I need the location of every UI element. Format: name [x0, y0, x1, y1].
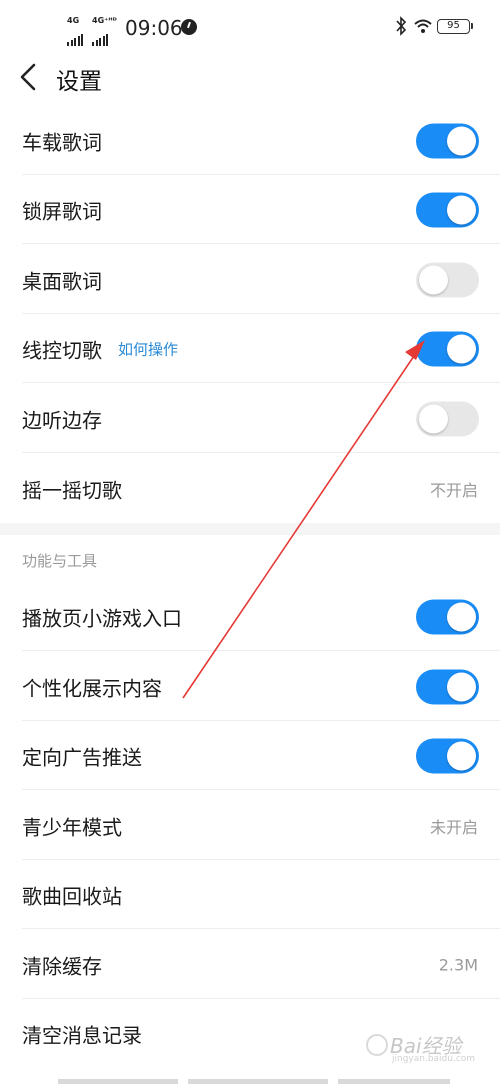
- wire-control-toggle[interactable]: [416, 331, 479, 366]
- divider: [22, 243, 500, 244]
- page-title: 设置: [56, 69, 102, 95]
- watermark-sub: jingyan.baidu.com: [392, 1054, 476, 1064]
- signal-1-icon: 4G: [67, 16, 89, 46]
- setting-label: 清空消息记录: [22, 1023, 142, 1047]
- bottom-edge: [58, 1079, 450, 1084]
- setting-row-personalized[interactable]: 个性化展示内容: [0, 652, 500, 721]
- setting-label: 摇一摇切歌: [22, 478, 122, 502]
- bottom-tab-edge: [188, 1079, 328, 1084]
- targeted-ads-toggle[interactable]: [416, 738, 479, 773]
- toggle-knob: [447, 126, 476, 155]
- paw-icon: [366, 1034, 388, 1056]
- section-title-tools: 功能与工具: [22, 552, 98, 570]
- setting-row-teen-mode[interactable]: 青少年模式 未开启: [0, 791, 500, 860]
- toggle-knob: [447, 741, 476, 770]
- listen-save-toggle[interactable]: [416, 401, 479, 436]
- shake-value: 不开启: [429, 480, 478, 500]
- toggle-knob: [447, 672, 476, 701]
- divider: [22, 452, 500, 453]
- how-to-link[interactable]: 如何操作: [118, 338, 178, 359]
- battery-level: 95: [447, 20, 460, 31]
- teen-mode-value: 未开启: [429, 817, 478, 837]
- toggle-knob: [419, 265, 448, 294]
- setting-label: 歌曲回收站: [22, 884, 122, 908]
- wifi-icon: [414, 19, 432, 33]
- setting-label: 边听边存: [22, 408, 102, 432]
- battery-icon: 95: [437, 19, 473, 34]
- setting-row-lock-lyrics[interactable]: 锁屏歌词: [0, 175, 500, 244]
- setting-row-recycle-bin[interactable]: 歌曲回收站: [0, 860, 500, 929]
- setting-row-desktop-lyrics[interactable]: 桌面歌词: [0, 245, 500, 314]
- bluetooth-icon: [396, 16, 407, 36]
- personalized-toggle[interactable]: [416, 669, 479, 704]
- setting-label: 清除缓存: [22, 954, 102, 978]
- setting-label: 线控切歌: [22, 338, 102, 362]
- setting-row-shake[interactable]: 摇一摇切歌 不开启: [0, 454, 500, 523]
- network-type-2: 4G⁺ᴴᴰ: [92, 16, 117, 25]
- signal-2-icon: 4G⁺ᴴᴰ: [92, 16, 120, 46]
- setting-label: 桌面歌词: [22, 269, 102, 293]
- setting-row-clear-cache[interactable]: 清除缓存 2.3M: [0, 930, 500, 999]
- section-gap: [0, 523, 500, 535]
- setting-row-car-lyrics[interactable]: 车载歌词: [0, 106, 500, 175]
- lock-lyrics-toggle[interactable]: [416, 192, 479, 227]
- divider: [22, 789, 500, 790]
- divider: [22, 382, 500, 383]
- car-lyrics-toggle[interactable]: [416, 123, 479, 158]
- divider: [22, 650, 500, 651]
- setting-row-targeted-ads[interactable]: 定向广告推送: [0, 721, 500, 790]
- clock-icon: [181, 19, 197, 35]
- bottom-tab-edge: [58, 1079, 178, 1084]
- toggle-knob: [447, 602, 476, 631]
- setting-label: 定向广告推送: [22, 745, 142, 769]
- header: 设置: [0, 56, 500, 100]
- status-bar: 4G 4G⁺ᴴᴰ 09:06 95: [0, 0, 500, 56]
- setting-label: 锁屏歌词: [22, 199, 102, 223]
- setting-row-wire-control[interactable]: 线控切歌 如何操作: [0, 314, 500, 383]
- watermark-logo: Bai经验 jingyan.baidu.com: [362, 1026, 480, 1066]
- network-type-1: 4G: [67, 16, 80, 25]
- mini-game-toggle[interactable]: [416, 599, 479, 634]
- toggle-knob: [419, 404, 448, 433]
- divider: [22, 928, 500, 929]
- cache-size-value: 2.3M: [438, 955, 478, 974]
- setting-label: 个性化展示内容: [22, 676, 162, 700]
- toggle-knob: [447, 195, 476, 224]
- setting-label: 青少年模式: [22, 815, 122, 839]
- desktop-lyrics-toggle[interactable]: [416, 262, 479, 297]
- setting-label: 播放页小游戏入口: [22, 606, 182, 630]
- setting-row-mini-game[interactable]: 播放页小游戏入口: [0, 582, 500, 651]
- setting-row-listen-save[interactable]: 边听边存: [0, 384, 500, 453]
- back-arrow-icon[interactable]: [18, 62, 40, 92]
- status-time: 09:06: [125, 16, 183, 40]
- bottom-tab-edge: [338, 1079, 450, 1084]
- toggle-knob: [447, 334, 476, 363]
- setting-label: 车载歌词: [22, 130, 102, 154]
